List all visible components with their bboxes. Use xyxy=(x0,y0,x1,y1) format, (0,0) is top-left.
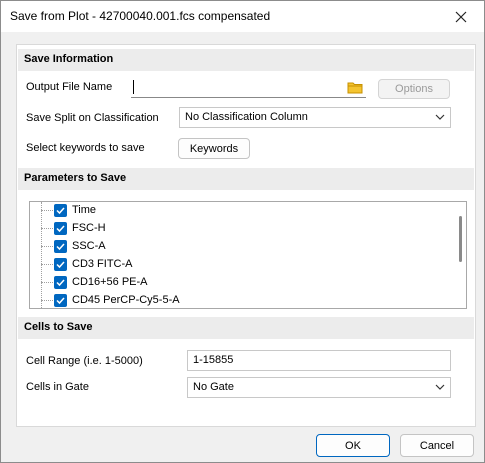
checkbox-checked[interactable] xyxy=(54,294,67,307)
ok-button[interactable]: OK xyxy=(316,434,390,457)
options-button[interactable]: Options xyxy=(378,79,450,99)
parameter-item[interactable]: CD3 FITC-A xyxy=(30,256,450,273)
parameter-item[interactable]: SSC-A xyxy=(30,238,450,255)
tree-connector xyxy=(41,282,53,283)
text-cursor xyxy=(133,80,134,94)
checkbox-checked[interactable] xyxy=(54,276,67,289)
checkbox-checked[interactable] xyxy=(54,204,67,217)
window-title: Save from Plot - 42700040.001.fcs compen… xyxy=(10,9,271,23)
cell-range-value: 1-15855 xyxy=(193,354,234,366)
check-icon xyxy=(56,207,65,215)
vertical-scrollbar[interactable] xyxy=(454,202,466,308)
parameter-label: Time xyxy=(72,204,97,216)
cells-in-gate-select[interactable]: No Gate xyxy=(187,377,451,398)
save-from-plot-dialog: Save from Plot - 42700040.001.fcs compen… xyxy=(0,0,485,463)
keywords-button[interactable]: Keywords xyxy=(178,138,250,159)
close-icon xyxy=(455,11,467,22)
tree-connector xyxy=(41,300,53,301)
cells-in-gate-label: Cells in Gate xyxy=(26,381,89,393)
browse-folder-button[interactable] xyxy=(344,78,365,97)
save-split-value: No Classification Column xyxy=(185,111,308,123)
section-cells-to-save: Cells to Save xyxy=(18,317,474,339)
check-icon xyxy=(56,225,65,233)
output-file-name-label: Output File Name xyxy=(26,81,113,93)
tree-connector xyxy=(41,246,53,247)
checkbox-checked[interactable] xyxy=(54,258,67,271)
main-panel: Save Information Output File Name Option… xyxy=(16,44,476,427)
check-icon xyxy=(56,243,65,251)
check-icon xyxy=(56,261,65,269)
tree-connector xyxy=(41,228,53,229)
checkbox-checked[interactable] xyxy=(54,222,67,235)
close-button[interactable] xyxy=(438,1,484,32)
parameter-item[interactable]: FSC-H xyxy=(30,220,450,237)
title-bar: Save from Plot - 42700040.001.fcs compen… xyxy=(1,1,484,32)
parameter-label: CD45 PerCP-Cy5-5-A xyxy=(72,294,180,306)
folder-icon xyxy=(347,82,362,94)
parameter-item[interactable]: CD16+56 PE-A xyxy=(30,274,450,291)
cell-range-label: Cell Range (i.e. 1-5000) xyxy=(26,355,143,367)
tree-connector xyxy=(41,210,53,211)
parameter-label: SSC-A xyxy=(72,240,106,252)
parameter-label: CD16+56 PE-A xyxy=(72,276,148,288)
section-save-information: Save Information xyxy=(18,49,474,71)
cancel-button[interactable]: Cancel xyxy=(400,434,474,457)
parameter-item[interactable]: Time xyxy=(30,202,450,219)
tree-connector xyxy=(41,264,53,265)
chevron-down-icon xyxy=(435,114,445,120)
keywords-label: Select keywords to save xyxy=(26,142,145,154)
parameter-item[interactable]: CD45 PerCP-Cy5-5-A xyxy=(30,292,450,308)
save-split-label: Save Split on Classification xyxy=(26,112,159,124)
chevron-down-icon xyxy=(435,384,445,390)
check-icon xyxy=(56,279,65,287)
parameter-label: CD3 FITC-A xyxy=(72,258,133,270)
parameter-label: FSC-H xyxy=(72,222,106,234)
section-parameters-to-save: Parameters to Save xyxy=(18,168,474,190)
checkbox-checked[interactable] xyxy=(54,240,67,253)
output-file-name-input[interactable] xyxy=(131,77,366,98)
save-split-select[interactable]: No Classification Column xyxy=(179,107,451,128)
check-icon xyxy=(56,297,65,305)
parameters-tree[interactable]: Time FSC-H SSC-A CD3 FITC-A CD16+56 PE-A… xyxy=(29,201,467,309)
cells-in-gate-value: No Gate xyxy=(193,381,234,393)
scrollbar-thumb[interactable] xyxy=(459,216,462,262)
cell-range-input[interactable]: 1-15855 xyxy=(187,350,451,371)
